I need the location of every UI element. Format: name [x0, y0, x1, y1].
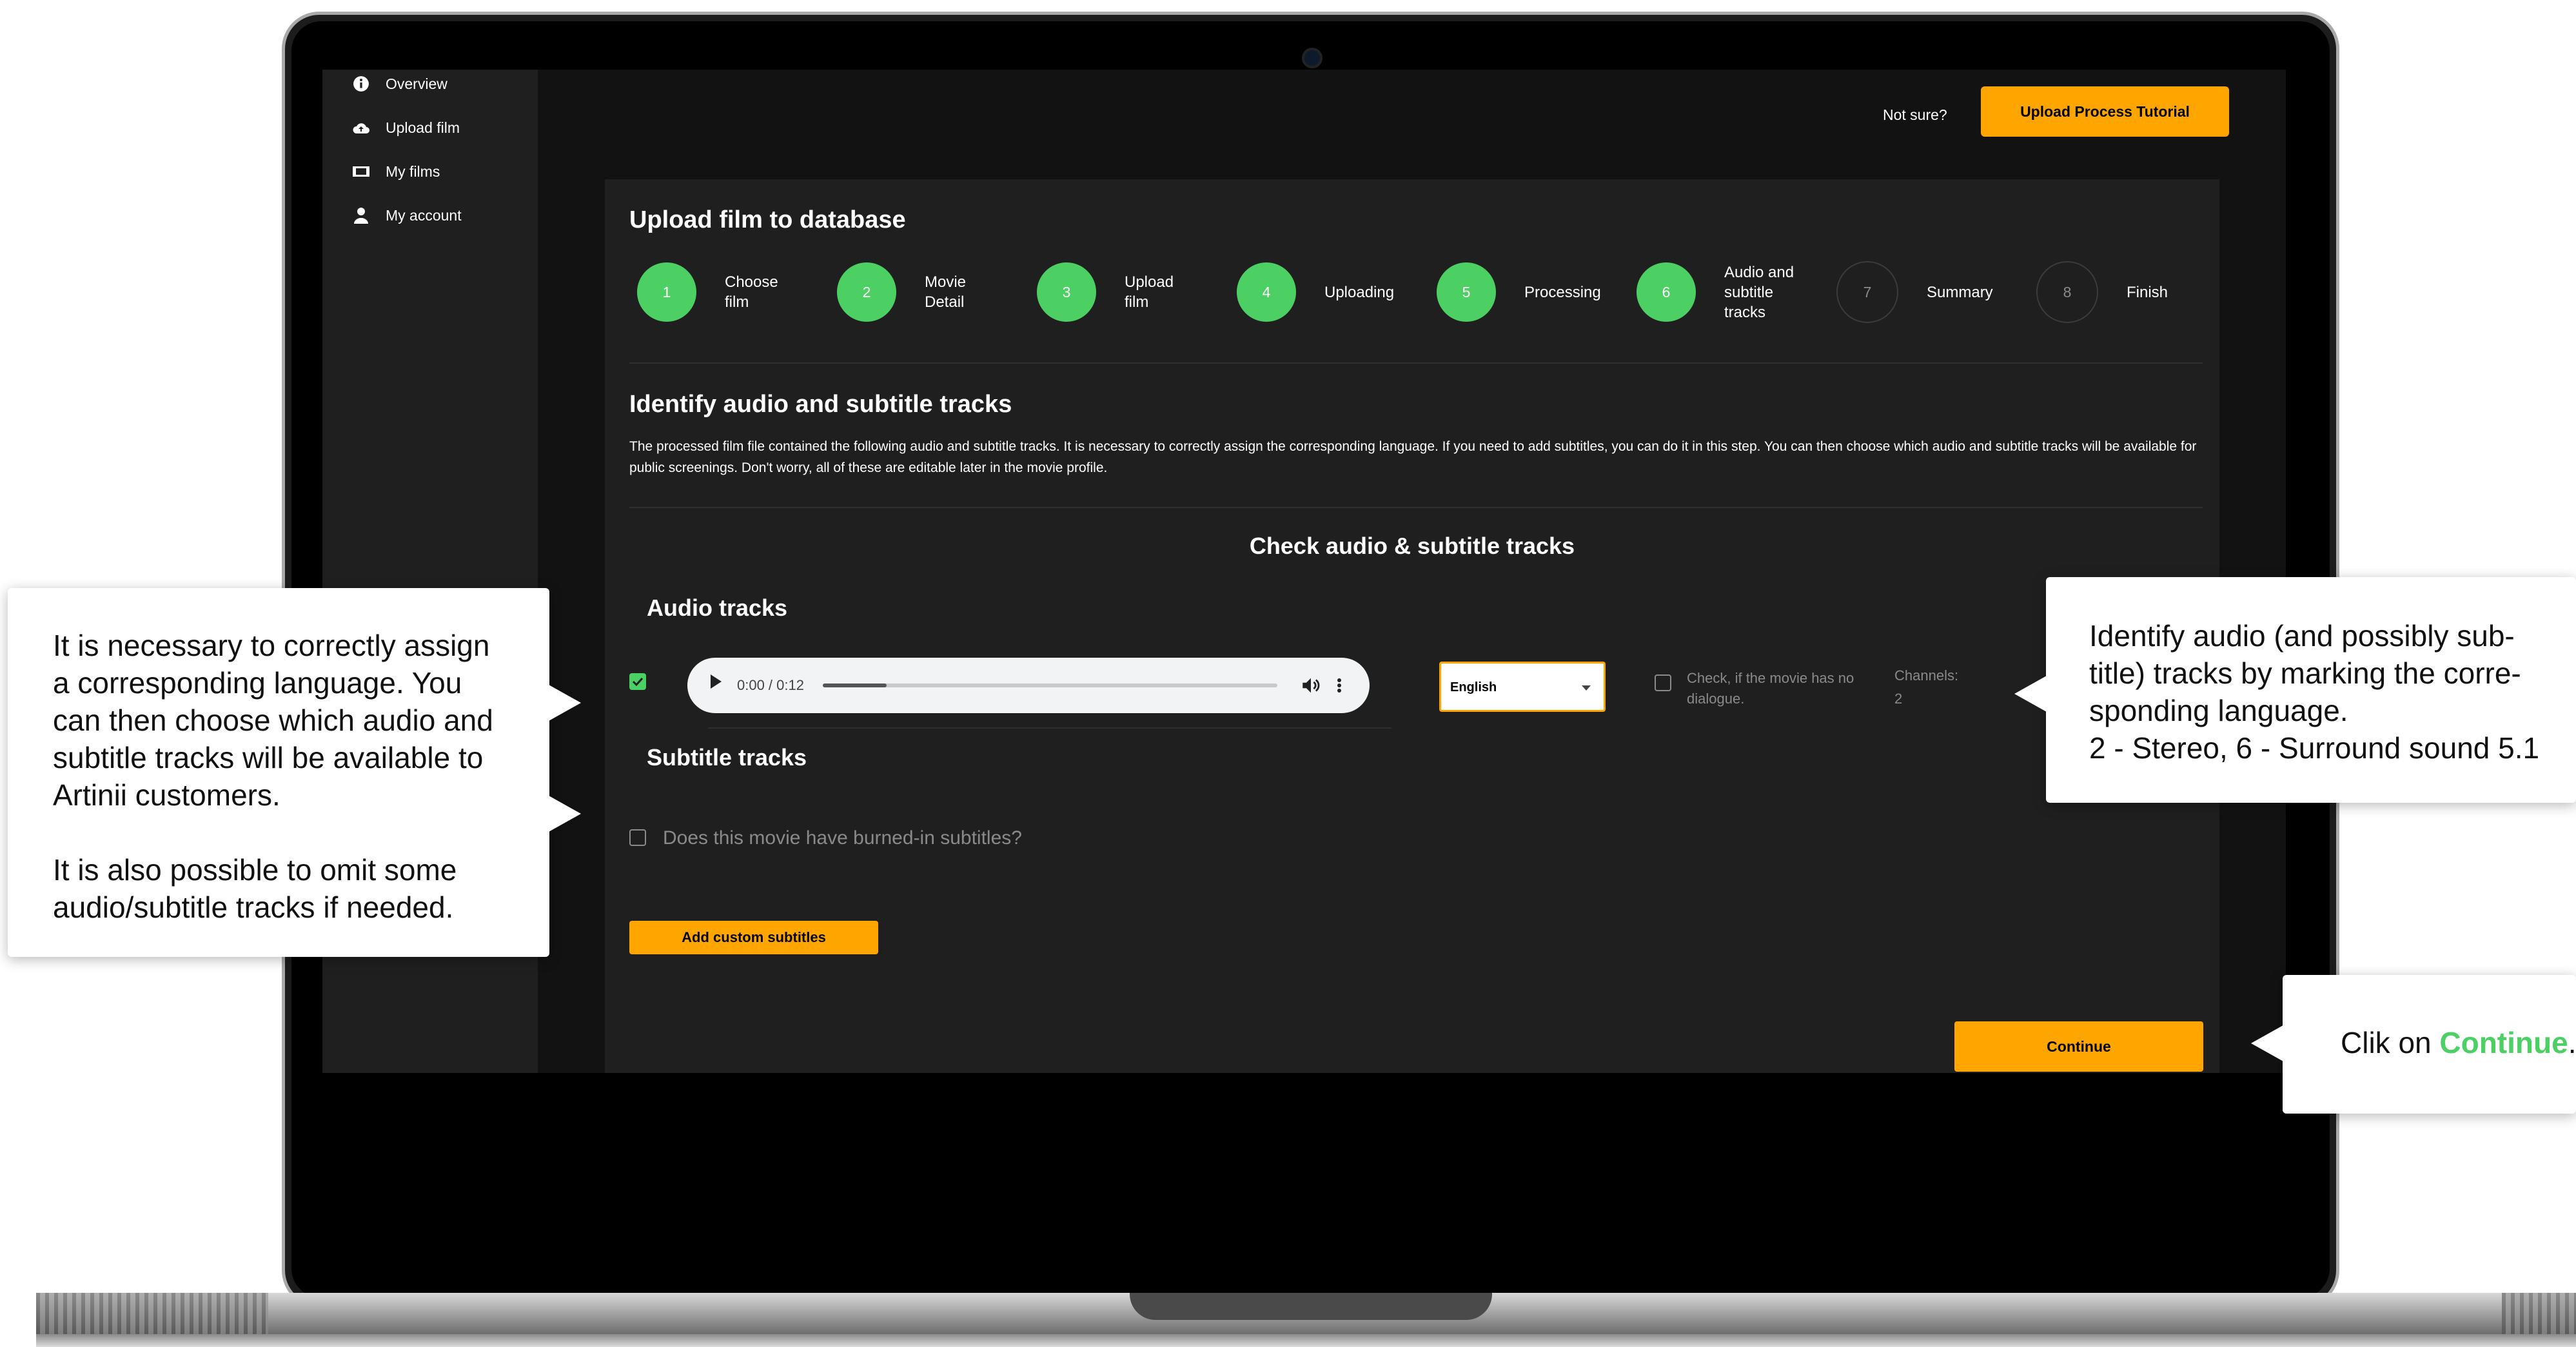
step-4: 4 Uploading: [1237, 262, 1394, 322]
step-8: 8 Finish: [2036, 261, 2168, 323]
callout-pointer: [549, 796, 581, 832]
step-label: Choose film: [725, 273, 778, 311]
callout-line: title) tracks by marking the corre-: [2089, 656, 2521, 690]
callout-line: Identify audio (and possibly sub-: [2089, 619, 2515, 653]
cloud-upload-icon: [352, 119, 370, 137]
step-label: Finish: [2127, 283, 2168, 301]
divider: [629, 362, 2203, 364]
check-tracks-title: Check audio & subtitle tracks: [1249, 533, 1575, 559]
callout-text: Clik on: [2341, 1026, 2440, 1059]
callout-accent: Continue: [2439, 1026, 2568, 1059]
callout-line: 2 - Stereo, 6 - Surround sound 5.1: [2089, 731, 2540, 765]
laptop-notch: [1130, 1293, 1492, 1320]
laptop-base-bottom: [36, 1334, 2576, 1347]
laptop-base-shade-left: [36, 1293, 268, 1334]
add-custom-subtitles-button[interactable]: Add custom subtitles: [629, 921, 878, 954]
step-number: 8: [2036, 261, 2098, 323]
play-icon[interactable]: [711, 674, 722, 689]
callout-pointer: [549, 685, 581, 721]
section-description: The processed film file contained the fo…: [629, 439, 2197, 475]
burned-in-subtitles-label: Does this movie have burned-in subtitles…: [663, 827, 1022, 849]
sidebar-item-my-account[interactable]: My account: [352, 201, 462, 230]
step-label: Uploading: [1324, 283, 1395, 301]
chevron-down-icon: [1582, 685, 1591, 691]
sidebar-item-label: My films: [386, 162, 440, 180]
user-icon: [352, 206, 370, 224]
film-icon: [352, 162, 370, 181]
step-label: Movie Detail: [925, 273, 967, 311]
divider: [708, 727, 1391, 729]
step-label: Audio and subtitle tracks: [1724, 263, 1794, 321]
step-3: 3 Upload film: [1037, 262, 1174, 322]
step-1: 1 Choose film: [637, 262, 778, 322]
callout-identify-audio: Identify audio (and possibly sub- title)…: [2046, 577, 2576, 803]
step-label: Processing: [1524, 283, 1601, 301]
audio-player: 0:00 / 0:12: [687, 658, 1370, 713]
step-label: Upload film: [1125, 273, 1174, 311]
audio-tracks-heading: Audio tracks: [647, 595, 788, 621]
callout-line: sponding language.: [2089, 694, 2348, 727]
laptop-base-shade-right: [2502, 1293, 2576, 1334]
info-icon: [352, 75, 370, 93]
audio-progress-track[interactable]: [823, 683, 1277, 687]
callout-pointer: [2014, 676, 2047, 712]
step-7: 7 Summary: [1836, 261, 1993, 323]
section-title: Identify audio and subtitle tracks: [629, 391, 1012, 418]
more-vertical-icon[interactable]: [1334, 674, 1344, 696]
audio-track-checkbox[interactable]: [629, 673, 646, 690]
callout-continue: Clik on Continue.: [2283, 975, 2576, 1114]
step-number: 3: [1037, 262, 1096, 322]
callout-text: It is necessary to correctly assign a co…: [53, 629, 493, 812]
sidebar-item-label: Overview: [386, 75, 447, 92]
step-6: 6 Audio and subtitle tracks: [1637, 262, 1794, 322]
continue-button[interactable]: Continue: [1954, 1021, 2203, 1072]
step-number: 2: [837, 262, 896, 322]
burned-in-subtitles-checkbox[interactable]: [629, 829, 646, 846]
tutorial-button[interactable]: Upload Process Tutorial: [1981, 86, 2229, 137]
step-number: 5: [1437, 262, 1496, 322]
divider: [629, 507, 2203, 508]
subtitle-tracks-heading: Subtitle tracks: [647, 744, 807, 771]
step-number: 1: [637, 262, 696, 322]
no-dialogue-checkbox[interactable]: [1655, 674, 1671, 691]
channels-value: 2: [1894, 691, 1903, 707]
sidebar-item-my-films[interactable]: My films: [352, 157, 440, 186]
step-2: 2 Movie Detail: [837, 262, 966, 322]
panel-title: Upload film to database: [629, 206, 906, 233]
step-number: 4: [1237, 262, 1296, 322]
sidebar-item-label: My account: [386, 206, 462, 224]
step-number: 7: [1836, 261, 1898, 323]
callout-text: It is also possible to omit some audio/s…: [53, 853, 457, 924]
callout-text: .: [2568, 1026, 2576, 1059]
audio-time: 0:00 / 0:12: [737, 677, 804, 693]
audio-progress-fill: [823, 683, 887, 687]
upload-panel: Upload film to database 1 Choose film 2 …: [605, 179, 2219, 1073]
step-label: Summary: [1927, 283, 1993, 301]
sidebar-item-label: Upload film: [386, 119, 460, 136]
volume-icon[interactable]: [1300, 674, 1322, 696]
language-select[interactable]: English: [1439, 662, 1606, 712]
camera-icon: [1302, 48, 1322, 68]
not-sure-label: Not sure?: [1883, 106, 1947, 123]
callout-pointer: [2251, 1025, 2283, 1061]
sidebar-item-upload-film[interactable]: Upload film: [352, 113, 460, 142]
step-number: 6: [1637, 262, 1696, 322]
channels-label: Channels:: [1894, 667, 1959, 683]
no-dialogue-label: Check, if the movie has no dialogue.: [1687, 670, 1854, 707]
check-icon: [632, 677, 644, 687]
callout-language: It is necessary to correctly assign a co…: [8, 588, 549, 957]
language-select-value: English: [1450, 680, 1497, 694]
sidebar-item-overview[interactable]: Overview: [352, 70, 447, 98]
step-5: 5 Processing: [1437, 262, 1601, 322]
app-screen: Overview Upload film My films My account…: [322, 70, 2286, 1073]
